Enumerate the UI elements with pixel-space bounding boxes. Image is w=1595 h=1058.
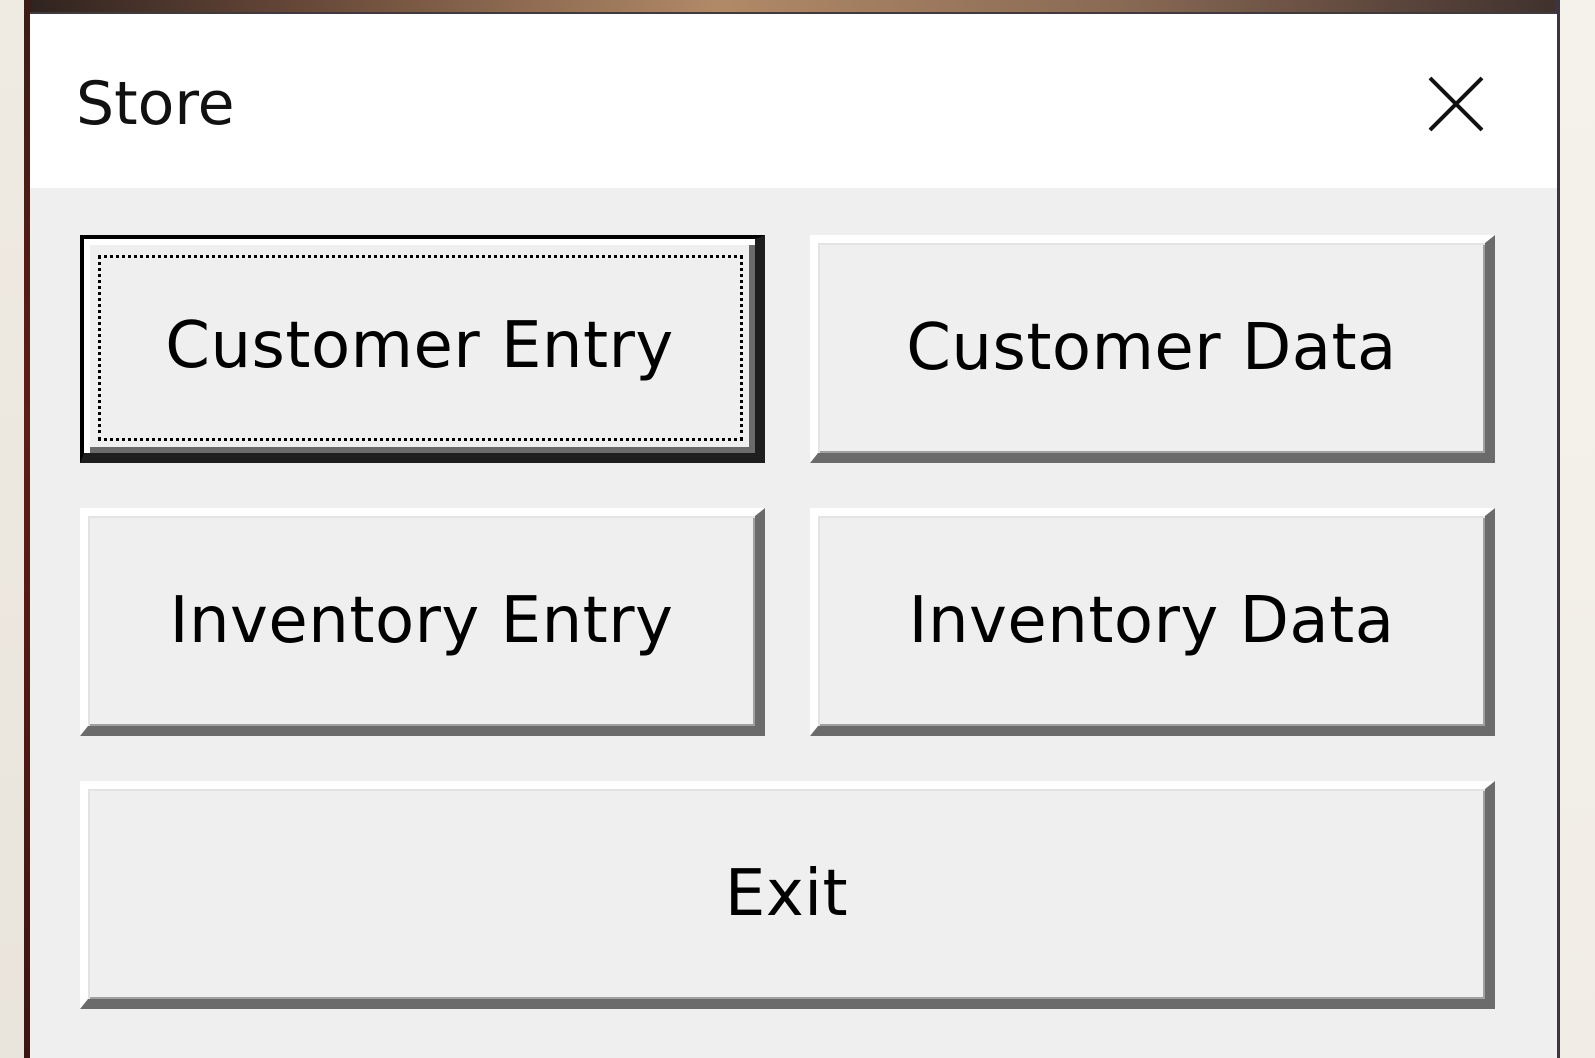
store-dialog: Store Customer Entry Customer Data Inven… bbox=[30, 12, 1557, 1058]
exit-label: Exit bbox=[724, 857, 849, 931]
customer-entry-button[interactable]: Customer Entry bbox=[80, 235, 765, 463]
customer-data-button[interactable]: Customer Data bbox=[810, 235, 1495, 463]
window-title: Store bbox=[76, 69, 235, 139]
inventory-data-label: Inventory Data bbox=[908, 584, 1395, 658]
inventory-entry-button[interactable]: Inventory Entry bbox=[80, 508, 765, 736]
customer-data-label: Customer Data bbox=[906, 311, 1397, 385]
title-bar[interactable]: Store bbox=[30, 14, 1557, 188]
exit-button[interactable]: Exit bbox=[80, 781, 1495, 1009]
inventory-entry-label: Inventory Entry bbox=[169, 584, 674, 658]
customer-entry-label: Customer Entry bbox=[165, 309, 674, 383]
inventory-data-button[interactable]: Inventory Data bbox=[810, 508, 1495, 736]
desktop-background-right bbox=[1560, 0, 1595, 1058]
close-icon bbox=[1428, 76, 1484, 132]
close-button[interactable] bbox=[1406, 54, 1506, 154]
